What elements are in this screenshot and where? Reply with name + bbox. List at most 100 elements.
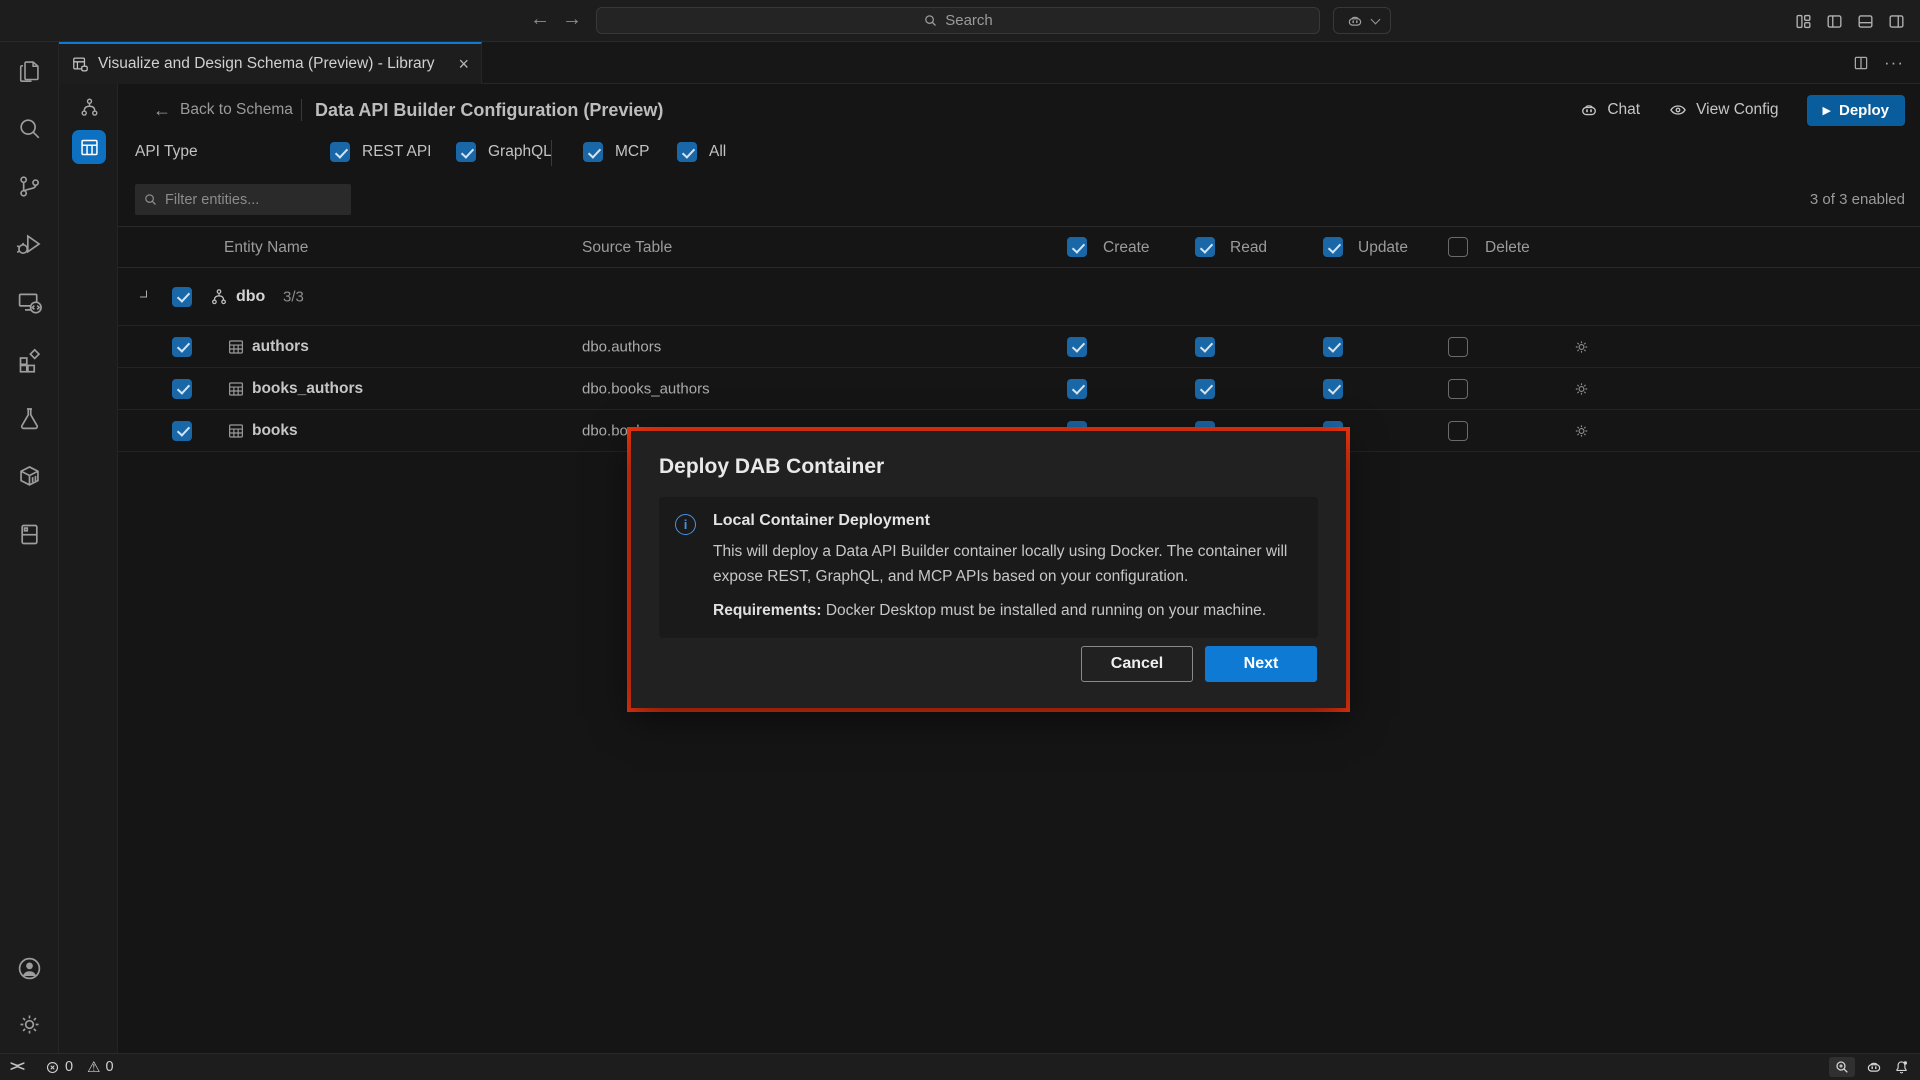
filter-entities-input[interactable] <box>165 184 345 215</box>
nav-forward-icon[interactable]: → <box>559 8 585 31</box>
dab-config-view-button[interactable] <box>72 130 106 164</box>
entity-name: authors <box>252 338 309 356</box>
designer-tool-strip <box>59 84 118 1053</box>
chat-button[interactable]: Chat <box>1579 100 1640 120</box>
tab-visualize-design-schema[interactable]: Visualize and Design Schema (Preview) - … <box>59 42 482 84</box>
schema-group-row-dbo[interactable]: dbo 3/3 <box>118 268 1920 326</box>
row-checkbox[interactable] <box>172 379 192 399</box>
row-checkbox-delete[interactable] <box>1448 337 1468 357</box>
info-icon: i <box>675 514 696 535</box>
cancel-button[interactable]: Cancel <box>1081 646 1193 682</box>
view-config-button[interactable]: View Config <box>1668 100 1778 120</box>
table-row: authors dbo.authors <box>118 326 1920 368</box>
row-checkbox-create[interactable] <box>1067 337 1087 357</box>
toggle-panel-icon[interactable] <box>1856 12 1875 31</box>
customize-layout-icon[interactable] <box>1794 12 1813 31</box>
row-checkbox-update[interactable] <box>1323 379 1343 399</box>
group-checkbox[interactable] <box>172 287 192 307</box>
checkbox-mcp[interactable] <box>583 142 603 162</box>
warnings-status[interactable]: ⚠ 0 <box>87 1058 114 1076</box>
api-type-row: API Type REST API GraphQL MCP All <box>118 140 1920 166</box>
update-header-label: Update <box>1358 227 1408 269</box>
testing-icon[interactable] <box>14 403 44 433</box>
search-icon <box>923 13 938 28</box>
database-icon[interactable] <box>14 519 44 549</box>
header-checkbox-create[interactable] <box>1067 237 1087 257</box>
zoom-status-button[interactable] <box>1829 1057 1855 1077</box>
dialog-title: Deploy DAB Container <box>659 455 1318 479</box>
header-checkbox-delete[interactable] <box>1448 237 1468 257</box>
back-arrow-icon: ← <box>153 100 171 121</box>
errors-status[interactable]: 0 <box>45 1059 73 1075</box>
page-header: ← Back to Schema Data API Builder Config… <box>118 84 1920 136</box>
extensions-icon[interactable] <box>14 345 44 375</box>
schema-view-button[interactable] <box>72 90 106 124</box>
row-checkbox-create[interactable] <box>1067 379 1087 399</box>
row-settings-gear-icon[interactable] <box>1573 422 1590 439</box>
copilot-dropdown[interactable] <box>1333 7 1391 34</box>
toggle-primary-sidebar-icon[interactable] <box>1825 12 1844 31</box>
title-bar: ← → Search <box>0 0 1920 42</box>
toggle-secondary-sidebar-icon[interactable] <box>1887 12 1906 31</box>
notifications-bell-icon[interactable] <box>1893 1059 1910 1076</box>
header-checkbox-update[interactable] <box>1323 237 1343 257</box>
source-table-header: Source Table <box>582 227 672 269</box>
split-editor-icon[interactable] <box>1852 54 1870 72</box>
checkbox-rest-api[interactable] <box>330 142 350 162</box>
back-to-schema-button[interactable]: ← Back to Schema <box>153 84 293 136</box>
row-checkbox-read[interactable] <box>1195 337 1215 357</box>
checkbox-all[interactable] <box>677 142 697 162</box>
account-icon[interactable] <box>14 953 44 983</box>
back-label: Back to Schema <box>180 101 293 119</box>
schema-icon <box>78 96 101 119</box>
nav-back-icon[interactable]: ← <box>527 8 553 31</box>
explorer-icon[interactable] <box>14 55 44 85</box>
row-checkbox-delete[interactable] <box>1448 379 1468 399</box>
schema-icon <box>209 287 229 307</box>
run-debug-icon[interactable] <box>14 229 44 259</box>
next-button[interactable]: Next <box>1205 646 1317 682</box>
eye-icon <box>1668 100 1688 120</box>
filter-search-icon <box>143 192 158 207</box>
table-row: books_authors dbo.books_authors <box>118 368 1920 410</box>
row-checkbox[interactable] <box>172 421 192 441</box>
entity-name: books <box>252 422 298 440</box>
checkbox-graphql[interactable] <box>456 142 476 162</box>
chevron-down-icon[interactable] <box>140 290 147 297</box>
api-type-label: API Type <box>135 143 198 161</box>
search-placeholder: Search <box>945 12 993 29</box>
view-config-label: View Config <box>1696 101 1778 119</box>
copilot-status-icon[interactable] <box>1865 1058 1883 1076</box>
row-checkbox[interactable] <box>172 337 192 357</box>
warnings-count: 0 <box>105 1059 113 1075</box>
remote-explorer-icon[interactable] <box>14 287 44 317</box>
row-checkbox-update[interactable] <box>1323 337 1343 357</box>
row-checkbox-delete[interactable] <box>1448 421 1468 441</box>
source-control-icon[interactable] <box>14 171 44 201</box>
create-header-label: Create <box>1103 227 1150 269</box>
row-settings-gear-icon[interactable] <box>1573 380 1590 397</box>
deploy-button[interactable]: ▶ Deploy <box>1807 95 1905 126</box>
editor-tab-bar: Visualize and Design Schema (Preview) - … <box>59 42 1920 84</box>
copilot-icon <box>1346 12 1364 30</box>
command-center-search[interactable]: Search <box>596 7 1320 34</box>
settings-gear-icon[interactable] <box>14 1009 44 1039</box>
more-actions-icon[interactable]: ··· <box>1884 53 1904 73</box>
mcp-label: MCP <box>615 143 649 161</box>
container-icon[interactable] <box>14 461 44 491</box>
row-checkbox-read[interactable] <box>1195 379 1215 399</box>
tab-title: Visualize and Design Schema (Preview) - … <box>98 55 435 73</box>
chat-label: Chat <box>1607 101 1640 119</box>
deploy-dab-container-dialog: Deploy DAB Container i Local Container D… <box>631 431 1346 708</box>
errors-count: 0 <box>65 1059 73 1075</box>
remote-indicator-icon[interactable]: >< <box>10 1059 23 1075</box>
search-sidebar-icon[interactable] <box>14 113 44 143</box>
group-name: dbo <box>236 288 265 306</box>
filter-entities-box <box>135 184 351 215</box>
table-gear-icon <box>79 137 100 158</box>
row-settings-gear-icon[interactable] <box>1573 338 1590 355</box>
info-requirements: Requirements: Docker Desktop must be ins… <box>713 598 1298 623</box>
requirements-label: Requirements: <box>713 602 822 619</box>
tab-close-icon[interactable]: × <box>458 55 469 73</box>
header-checkbox-read[interactable] <box>1195 237 1215 257</box>
